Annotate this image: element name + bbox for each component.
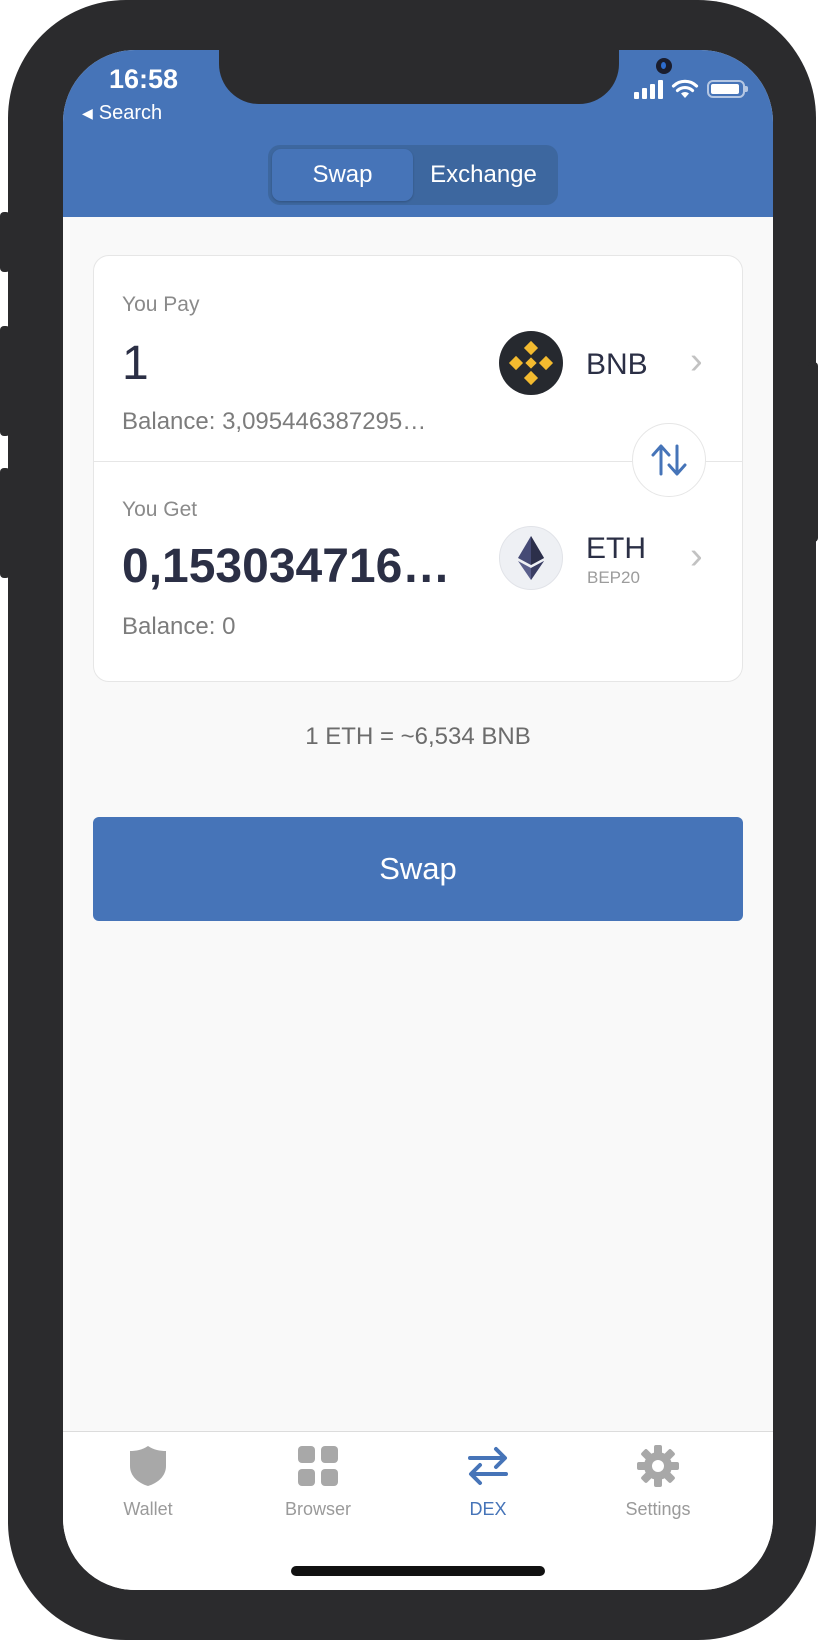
swap-vertical-icon [651,444,687,476]
tab-swap[interactable]: Swap [272,149,413,201]
back-triangle-icon: ◀ [82,105,93,121]
exchange-rate: 1 ETH = ~6,534 BNB [305,723,531,750]
shield-icon [130,1446,166,1486]
swap-card: You Pay 1 Balance: 3,095446387295… BNB › [93,255,743,682]
gear-icon [637,1445,679,1487]
pay-amount-input[interactable]: 1 [122,336,149,391]
side-button-left-3 [0,468,10,578]
swap-button[interactable]: Swap [93,817,743,921]
screen: 16:58 ◀ Search Swap Exchange You Pay 1 B… [63,50,773,1590]
tab-browser[interactable]: Browser [248,1444,388,1520]
mode-segmented-control: Swap Exchange [268,145,558,205]
battery-icon [707,80,748,98]
tab-settings[interactable]: Settings [588,1444,728,1520]
tab-dex[interactable]: DEX [418,1444,558,1520]
grid-icon [298,1446,338,1486]
status-icons [634,78,748,100]
pay-token-selector[interactable]: BNB [586,348,648,382]
tab-wallet[interactable]: Wallet [78,1444,218,1520]
wifi-icon [671,79,699,98]
switch-tokens-button[interactable] [632,423,706,497]
pay-chevron-right-icon[interactable]: › [690,342,703,380]
side-button-left-2 [0,326,10,436]
notch [219,50,672,104]
home-indicator[interactable] [291,1566,545,1576]
back-to-search-link[interactable]: ◀ Search [82,102,162,125]
tab-dex-label: DEX [469,1499,507,1519]
bnb-logo-icon [499,331,563,395]
header: 16:58 ◀ Search Swap Exchange [63,50,773,217]
pay-label: You Pay [122,293,200,316]
phone-frame: 16:58 ◀ Search Swap Exchange You Pay 1 B… [0,0,818,1640]
get-balance: Balance: 0 [122,613,236,640]
get-token-selector[interactable]: ETH [586,532,646,566]
swap-arrows-icon [468,1447,508,1485]
get-chevron-right-icon[interactable]: › [690,537,703,575]
side-button-right [808,362,818,542]
pay-balance: Balance: 3,095446387295… [122,408,427,435]
get-token-network: BEP20 [587,568,640,587]
tab-exchange[interactable]: Exchange [413,149,554,201]
tab-settings-label: Settings [625,1499,691,1519]
get-label: You Get [122,498,198,521]
get-amount: 0,153034716… [122,540,451,593]
side-button-left-1 [0,212,10,272]
status-time: 16:58 [109,64,179,94]
tab-browser-label: Browser [284,1499,351,1519]
cellular-signal-icon [634,79,663,99]
camera [656,58,672,74]
tab-wallet-label: Wallet [123,1499,173,1519]
eth-logo-icon [499,526,563,590]
back-label: Search [98,102,163,124]
